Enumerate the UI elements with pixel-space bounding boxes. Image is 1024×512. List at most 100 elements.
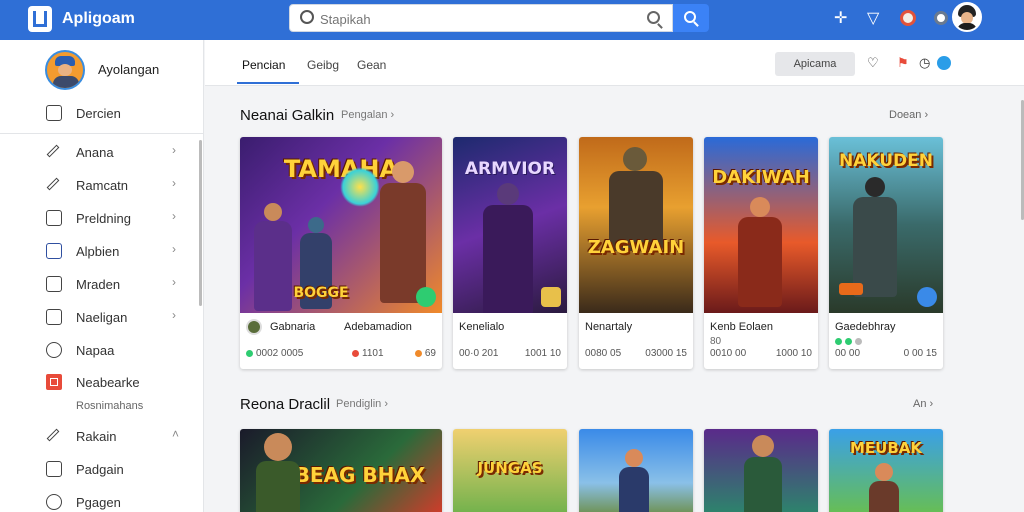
game-meta: 00·0 201 <box>459 348 499 359</box>
game-art-title: DAKIWAH <box>712 167 810 188</box>
sidebar-item[interactable]: Neabearke <box>0 367 204 397</box>
profile[interactable]: Ayolangan <box>0 40 204 98</box>
search-button[interactable] <box>673 4 709 32</box>
search-icon[interactable] <box>647 11 660 24</box>
sidebar-item-label: Anana <box>76 145 114 160</box>
game-card[interactable]: ARMVIOR Kenelialo 00·0 201 1001 10 <box>453 137 567 369</box>
clock-icon[interactable]: ◷ <box>919 55 930 71</box>
package-icon <box>46 105 62 121</box>
app-icon <box>46 374 62 390</box>
crosshair-icon[interactable]: ✛ <box>834 9 847 29</box>
sidebar-item[interactable]: Padgain <box>0 454 204 484</box>
game-card[interactable] <box>704 429 818 512</box>
tab-gean[interactable]: Gean <box>357 58 386 72</box>
chevron-right-icon: › <box>172 143 176 157</box>
chevron-right-icon: › <box>172 242 176 256</box>
action-button[interactable]: Apicama <box>775 52 855 76</box>
game-art-title: NAKUDEN <box>838 151 933 171</box>
platform-badge <box>416 287 436 307</box>
game-meta: 0 00 15 <box>903 348 937 359</box>
sidebar-item[interactable]: Napaa <box>0 335 204 365</box>
game-art: ARMVIOR <box>453 137 567 313</box>
game-meta: 0002 0005 <box>246 348 303 359</box>
game-card[interactable]: BEAG BHAX <box>240 429 442 512</box>
tab-bar: Pencian Geibg Gean Apicama ♡ ⚑ ◷ <box>205 40 1024 86</box>
game-card[interactable]: ZAGWAIN Nenartaly 0080 05 03000 15 <box>579 137 693 369</box>
sidebar-item[interactable]: Ramcatn › <box>0 170 204 200</box>
sidebar-item-label: Naeligan <box>76 310 128 325</box>
flag-icon[interactable]: ⚑ <box>897 55 909 71</box>
book-icon <box>46 243 62 259</box>
app-logo[interactable] <box>28 6 52 32</box>
game-name: Gabnaria <box>270 321 316 333</box>
section-link[interactable]: Pengalan › <box>341 109 394 121</box>
game-sub: 80 <box>710 336 722 347</box>
search-input[interactable] <box>320 9 620 29</box>
chevron-right-icon: › <box>172 275 176 289</box>
game-name: Nenartaly <box>585 321 633 333</box>
game-name: Kenelialo <box>459 321 505 333</box>
image-icon <box>46 461 62 477</box>
sidebar-item-label: Pgagen <box>76 495 121 510</box>
sidebar-item-label: Alpbien <box>76 244 120 259</box>
game-meta: 0010 00 <box>710 348 747 359</box>
game-name: Kenb Eolaen <box>710 321 773 333</box>
active-tab-indicator <box>237 82 299 84</box>
game-art: TAMAHA BOGGE <box>240 137 442 313</box>
sidebar-item[interactable]: Rakain ˄ <box>0 421 204 451</box>
game-art-title: ARMVIOR <box>464 159 556 179</box>
sidebar-item-label: Napaa <box>76 343 115 358</box>
avatar <box>45 50 85 90</box>
search-icon <box>684 11 696 23</box>
game-meta: 1001 10 <box>524 348 561 359</box>
section-link[interactable]: Pendiglin › <box>336 398 388 410</box>
tab-geibg[interactable]: Geibg <box>307 58 339 72</box>
search-box[interactable] <box>289 4 673 32</box>
game-meta: 0080 05 <box>585 348 622 359</box>
game-art: NAKUDEN <box>829 137 943 313</box>
sidebar-item[interactable]: Pgagen <box>0 487 204 512</box>
divider <box>0 133 204 134</box>
chevron-up-icon: ˄ <box>172 427 180 441</box>
notification-icon[interactable] <box>900 10 916 26</box>
sidebar-sublabel: Rosnimahans <box>76 400 144 412</box>
search-icon <box>300 10 314 24</box>
chevron-right-icon: › <box>172 176 176 190</box>
game-art-title: BEAG BHAX <box>294 463 426 487</box>
section-title: Reona Draclil <box>240 396 331 413</box>
refresh-icon <box>46 494 62 510</box>
game-name: Gaedebhray <box>835 321 896 333</box>
sidebar-scrollbar[interactable] <box>199 140 202 306</box>
sidebar-item[interactable]: Preldning › <box>0 203 204 233</box>
top-bar: Apligoam ✛ ▽ <box>0 0 1024 40</box>
chevron-right-icon: › <box>172 308 176 322</box>
game-art: DAKIWAH <box>704 137 818 313</box>
tab-pencian[interactable]: Pencian <box>242 58 285 72</box>
app-title: Apligoam <box>62 10 135 27</box>
see-more-link[interactable]: An › <box>913 398 933 410</box>
sidebar-item[interactable]: Alpbien › <box>0 236 204 266</box>
sidebar-item[interactable]: Mraden › <box>0 269 204 299</box>
game-card[interactable]: TAMAHA BOGGE Gabnaria Adebamadion 0002 0… <box>240 137 442 369</box>
sidebar-item[interactable]: Dercien <box>0 98 204 128</box>
user-avatar[interactable] <box>952 2 982 32</box>
sidebar-item-label: Preldning <box>76 211 131 226</box>
game-card[interactable]: MEUBAK <box>829 429 943 512</box>
globe-icon <box>46 342 62 358</box>
see-more-link[interactable]: Doean › <box>889 109 928 121</box>
filter-icon[interactable]: ▽ <box>867 9 879 29</box>
game-card[interactable] <box>579 429 693 512</box>
screen-icon <box>46 210 62 226</box>
platform-badge <box>917 287 937 307</box>
heart-icon[interactable]: ♡ <box>867 55 879 71</box>
game-card[interactable]: NAKUDEN Gaedebhray 00 00 0 00 15 <box>829 137 943 369</box>
sidebar-item[interactable]: Naeligan › <box>0 302 204 332</box>
game-card[interactable]: JUNGAS <box>453 429 567 512</box>
game-card[interactable]: DAKIWAH Kenb Eolaen 80 0010 00 1000 10 <box>704 137 818 369</box>
info-icon[interactable] <box>937 56 951 70</box>
game-art-title: MEUBAK <box>849 439 923 457</box>
game-art-subtitle: BOGGE <box>293 285 349 301</box>
settings-icon[interactable] <box>934 11 948 25</box>
sidebar-item-label: Dercien <box>76 106 121 121</box>
sidebar-item[interactable]: Anana › <box>0 137 204 167</box>
